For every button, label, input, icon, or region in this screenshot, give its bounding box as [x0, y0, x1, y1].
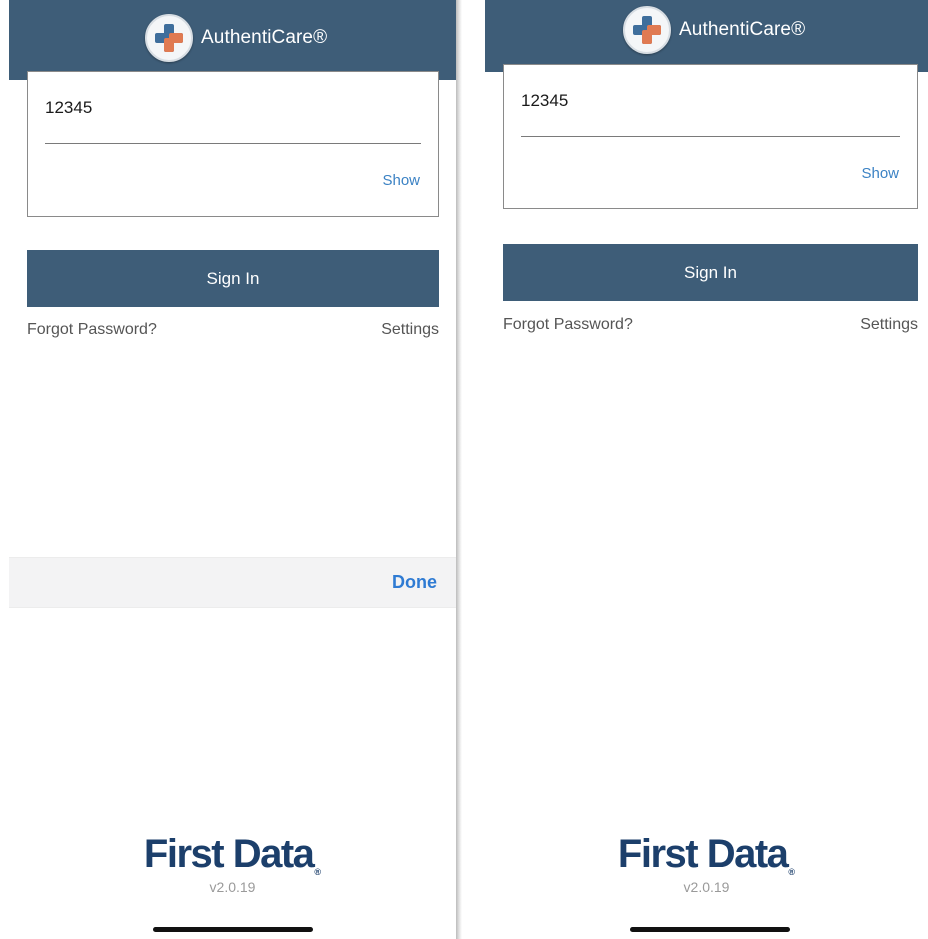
app-header: AuthentiCare®	[9, 0, 456, 80]
version-label: v2.0.19	[683, 879, 730, 895]
link-row: Forgot Password? Settings	[503, 316, 918, 334]
brand: AuthentiCare®	[145, 14, 327, 62]
done-button[interactable]: Done	[392, 572, 437, 593]
medical-cross-icon	[623, 6, 671, 54]
settings-link[interactable]: Settings	[860, 316, 918, 334]
field-underline	[521, 136, 900, 137]
home-indicator[interactable]	[153, 927, 313, 932]
home-indicator[interactable]	[630, 927, 790, 932]
first-data-logo: First Data®	[9, 832, 456, 877]
password-field[interactable]: 12345	[45, 98, 92, 118]
settings-link[interactable]: Settings	[381, 321, 439, 339]
password-field[interactable]: 12345	[521, 91, 568, 111]
app-name: AuthentiCare®	[679, 19, 806, 40]
left-screen: AuthentiCare® 12345 Show Sign In Forgot …	[9, 0, 456, 939]
field-underline	[45, 143, 421, 144]
logo-text: First Data	[143, 832, 315, 876]
app-name: AuthentiCare®	[201, 27, 328, 48]
version-label: v2.0.19	[209, 879, 256, 895]
app-header: AuthentiCare®	[485, 0, 928, 72]
registered-mark: ®	[788, 867, 796, 877]
link-row: Forgot Password? Settings	[27, 321, 439, 339]
brand: AuthentiCare®	[623, 6, 805, 54]
registered-mark: ®	[314, 867, 322, 877]
screen-divider	[456, 0, 462, 939]
keyboard-toolbar: Done	[9, 557, 456, 608]
show-password-link[interactable]: Show	[861, 165, 899, 182]
show-password-link[interactable]: Show	[382, 172, 420, 189]
sign-in-button[interactable]: Sign In	[503, 244, 918, 301]
forgot-password-link[interactable]: Forgot Password?	[503, 316, 633, 334]
password-card: 12345 Show	[503, 64, 918, 209]
right-screen: AuthentiCare® 12345 Show Sign In Forgot …	[485, 0, 928, 939]
first-data-logo: First Data®	[485, 832, 928, 877]
sign-in-button[interactable]: Sign In	[27, 250, 439, 307]
forgot-password-link[interactable]: Forgot Password?	[27, 321, 157, 339]
logo-text: First Data	[617, 832, 789, 876]
medical-cross-icon	[145, 14, 193, 62]
password-card: 12345 Show	[27, 71, 439, 217]
